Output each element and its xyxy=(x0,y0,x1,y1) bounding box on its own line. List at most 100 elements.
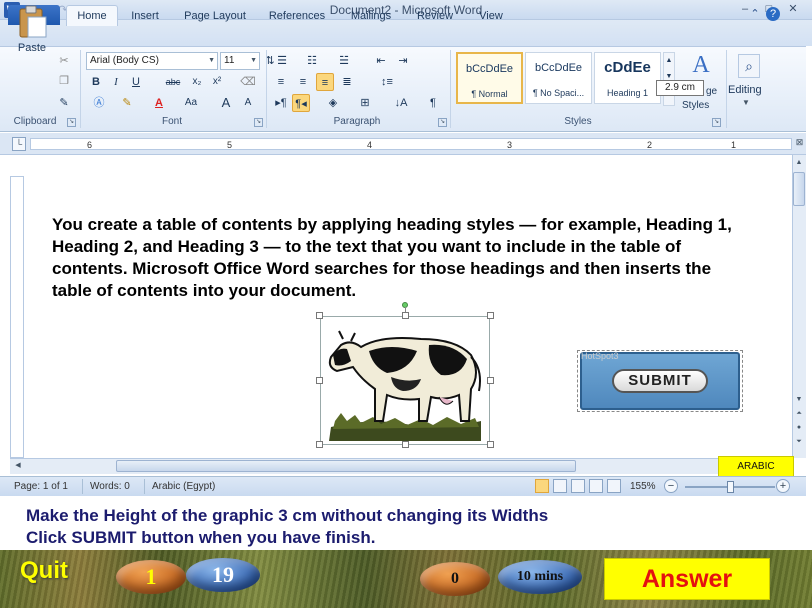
multilevel-list-icon[interactable]: ☱ xyxy=(334,52,354,70)
print-layout-view-icon[interactable] xyxy=(535,479,549,493)
cow-graphic[interactable] xyxy=(320,316,490,445)
paste-icon[interactable] xyxy=(14,5,50,39)
scroll-left-icon[interactable]: ◀ xyxy=(12,460,24,472)
change-case-button[interactable]: Aa xyxy=(180,94,202,112)
resize-handle-e[interactable] xyxy=(487,377,494,384)
clear-formatting-icon[interactable]: ⌫ xyxy=(238,73,258,91)
zoom-level[interactable]: 155% xyxy=(630,480,656,494)
underline-button[interactable]: U xyxy=(128,73,144,91)
style-heading-1[interactable]: cDdEe Heading 1 xyxy=(594,52,661,104)
change-styles-button[interactable]: Styles xyxy=(682,100,709,111)
tab-mailings[interactable]: Mailings xyxy=(344,6,398,26)
highlight-icon[interactable]: ✎ xyxy=(116,94,138,112)
tab-home[interactable]: Home xyxy=(66,5,118,26)
select-browse-object-icon[interactable]: ● xyxy=(793,422,805,434)
font-color-icon[interactable]: A xyxy=(148,94,170,112)
change-styles-icon[interactable]: A xyxy=(683,52,719,82)
resize-handle-w[interactable] xyxy=(316,377,323,384)
answer-button[interactable]: Answer xyxy=(604,558,770,600)
resize-handle-sw[interactable] xyxy=(316,441,323,448)
align-right-icon[interactable]: ≡ xyxy=(316,73,334,91)
copy-icon[interactable]: ❐ xyxy=(56,72,72,90)
grow-font-button[interactable]: A xyxy=(218,94,234,112)
tab-references[interactable]: References xyxy=(264,6,330,26)
editing-button[interactable]: Editing xyxy=(728,84,762,96)
increase-indent-icon[interactable]: ⇥ xyxy=(394,52,412,70)
italic-button[interactable]: I xyxy=(108,73,124,91)
sort-icon[interactable]: ↓A xyxy=(392,94,410,112)
zoom-slider-thumb[interactable] xyxy=(727,481,734,493)
style-normal[interactable]: bCcDdEe ¶ Normal xyxy=(456,52,523,104)
binoculars-icon[interactable]: ⌕ xyxy=(738,54,760,78)
align-left-icon[interactable]: ≡ xyxy=(272,73,290,91)
font-launcher-icon[interactable]: ↘ xyxy=(254,118,263,127)
line-spacing-icon[interactable]: ↕≡ xyxy=(376,73,398,91)
scroll-down-icon[interactable]: ▼ xyxy=(793,394,805,406)
next-page-icon[interactable]: ⏷ xyxy=(793,436,805,448)
text-effects-icon[interactable]: Ⓐ xyxy=(88,94,110,112)
font-name-combo[interactable]: Arial (Body CS) ▼ xyxy=(86,52,218,70)
shading-icon[interactable]: ◈ xyxy=(322,94,344,112)
vertical-ruler[interactable] xyxy=(10,176,24,458)
document-paragraph[interactable]: You create a table of contents by applyi… xyxy=(52,214,752,302)
tab-page-layout[interactable]: Page Layout xyxy=(180,6,250,26)
status-page[interactable]: Page: 1 of 1 xyxy=(14,480,68,494)
strikethrough-button[interactable]: abc xyxy=(162,73,184,91)
style-name: ¶ No Spaci... xyxy=(532,88,585,98)
full-screen-reading-view-icon[interactable] xyxy=(553,479,567,493)
style-sample: cDdEe xyxy=(604,59,651,76)
outline-view-icon[interactable] xyxy=(589,479,603,493)
borders-icon[interactable]: ⊞ xyxy=(354,94,376,112)
superscript-button[interactable]: x² xyxy=(208,73,226,91)
quit-button[interactable]: Quit xyxy=(20,557,68,585)
scroll-up-icon[interactable]: ▲ xyxy=(793,157,805,169)
cut-icon[interactable]: ✂ xyxy=(56,52,72,70)
format-painter-icon[interactable]: ✎ xyxy=(56,94,72,112)
view-ruler-icon[interactable]: ⊠ xyxy=(794,137,805,151)
paragraph-launcher-icon[interactable]: ↘ xyxy=(438,118,447,127)
shrink-font-button[interactable]: A xyxy=(240,94,256,112)
paste-button[interactable]: Paste xyxy=(14,42,50,54)
bullets-icon[interactable]: ☰ xyxy=(272,52,292,70)
group-separator xyxy=(726,50,727,128)
resize-handle-se[interactable] xyxy=(487,441,494,448)
subscript-button[interactable]: x₂ xyxy=(188,73,206,91)
ruler-number: 5 xyxy=(227,140,233,150)
status-language[interactable]: Arabic (Egypt) xyxy=(152,480,215,494)
status-words[interactable]: Words: 0 xyxy=(90,480,130,494)
collapse-ribbon-icon[interactable]: ⌃ xyxy=(748,7,762,21)
zoom-out-button[interactable]: − xyxy=(664,479,678,493)
resize-handle-n[interactable] xyxy=(402,312,409,319)
style-sample: bCcDdEe xyxy=(465,63,514,75)
justify-icon[interactable]: ≣ xyxy=(338,73,356,91)
styles-scroll-icon[interactable]: ▲▼▾ xyxy=(663,52,675,106)
clipboard-launcher-icon[interactable]: ↘ xyxy=(67,118,76,127)
numbering-icon[interactable]: ☷ xyxy=(302,52,322,70)
style-no-spacing[interactable]: bCcDdEe ¶ No Spaci... xyxy=(525,52,592,104)
zoom-in-button[interactable]: + xyxy=(776,479,790,493)
horizontal-ruler[interactable]: 6 5 4 3 2 1 xyxy=(30,138,792,150)
ltr-direction-icon[interactable]: ▸¶ xyxy=(272,94,290,112)
align-center-icon[interactable]: ≡ xyxy=(294,73,312,91)
show-formatting-icon[interactable]: ¶ xyxy=(424,94,442,112)
close-button[interactable]: ✕ xyxy=(783,2,803,17)
bold-button[interactable]: B xyxy=(88,73,104,91)
tab-insert[interactable]: Insert xyxy=(124,6,166,26)
resize-handle-s[interactable] xyxy=(402,441,409,448)
status-separator xyxy=(82,479,83,494)
resize-handle-nw[interactable] xyxy=(316,312,323,319)
web-layout-view-icon[interactable] xyxy=(571,479,585,493)
previous-page-icon[interactable]: ⏶ xyxy=(793,408,805,420)
rtl-direction-icon[interactable]: ¶◂ xyxy=(292,94,310,112)
font-size-combo[interactable]: 11 ▼ xyxy=(220,52,260,70)
tab-selector-icon[interactable]: └ xyxy=(12,137,26,151)
tab-view[interactable]: View xyxy=(472,6,510,26)
styles-launcher-icon[interactable]: ↘ xyxy=(712,118,721,127)
vertical-scroll-thumb[interactable] xyxy=(793,172,805,206)
help-icon[interactable]: ? xyxy=(766,7,780,21)
draft-view-icon[interactable] xyxy=(607,479,621,493)
resize-handle-ne[interactable] xyxy=(487,312,494,319)
tab-review[interactable]: Review xyxy=(412,6,458,26)
decrease-indent-icon[interactable]: ⇤ xyxy=(372,52,390,70)
horizontal-scroll-thumb[interactable] xyxy=(116,460,576,472)
